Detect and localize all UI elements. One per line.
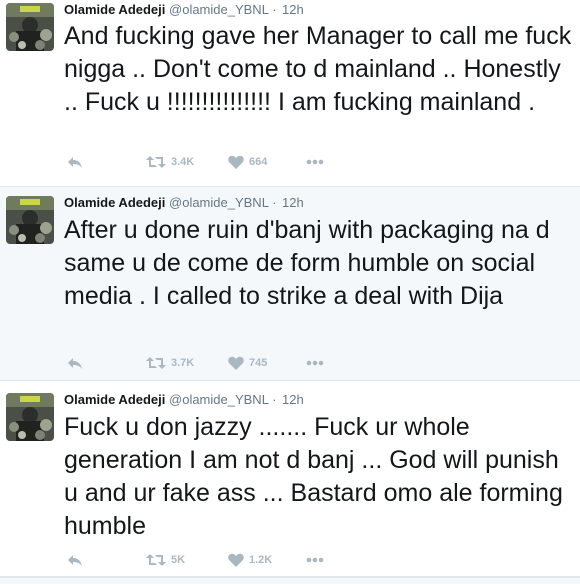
tweet[interactable]: Olamide Adedeji @olamide_YBNL · 12h And … xyxy=(0,0,580,187)
author-name[interactable]: Olamide Adedeji xyxy=(64,2,165,17)
author-handle[interactable]: @olamide_YBNL xyxy=(169,2,268,17)
avatar[interactable] xyxy=(6,393,54,441)
reply-button[interactable] xyxy=(67,550,83,570)
tweet-actions: 5K 1.2K xyxy=(64,550,564,570)
tweet-header: Olamide Adedeji @olamide_YBNL · 12h xyxy=(64,391,304,409)
reply-icon xyxy=(68,358,82,369)
tweet-header: Olamide Adedeji @olamide_YBNL · 12h xyxy=(64,1,304,19)
reply-button[interactable] xyxy=(67,353,83,373)
retweet-button[interactable]: 3.7K xyxy=(146,353,194,373)
tweet-text: After u done ruin d'banj with packaging … xyxy=(64,216,550,310)
retweet-icon xyxy=(146,357,166,369)
more-button[interactable] xyxy=(306,550,324,570)
more-icon xyxy=(306,159,324,165)
avatar-image xyxy=(6,3,54,51)
separator-dot: · xyxy=(272,2,277,17)
tweet[interactable]: Olamide Adedeji @olamide_YBNL · 12h Fuck… xyxy=(0,381,580,577)
tweet[interactable]: Olamide Adedeji @olamide_YBNL · 12h Afte… xyxy=(0,187,580,381)
like-count: 745 xyxy=(249,357,268,369)
timestamp[interactable]: 12h xyxy=(282,2,304,17)
reply-icon xyxy=(68,555,82,566)
like-button[interactable]: 664 xyxy=(228,152,267,172)
retweet-count: 3.4K xyxy=(171,156,195,168)
separator-dot: · xyxy=(272,392,277,407)
author-name[interactable]: Olamide Adedeji xyxy=(64,195,165,210)
tweet-actions: 3.4K 664 xyxy=(64,152,564,172)
retweet-icon xyxy=(146,156,166,168)
tweet-actions: 3.7K 745 xyxy=(64,353,564,373)
tweet-text: And fucking gave her Manager to call me … xyxy=(64,22,572,116)
timestamp[interactable]: 12h xyxy=(282,392,304,407)
more-button[interactable] xyxy=(306,353,324,373)
like-button[interactable]: 1.2K xyxy=(228,550,272,570)
retweet-count: 5K xyxy=(171,554,186,566)
heart-icon xyxy=(228,356,244,370)
avatar-image xyxy=(6,196,54,244)
avatar[interactable] xyxy=(6,196,54,244)
heart-icon xyxy=(228,553,244,567)
tweet-header: Olamide Adedeji @olamide_YBNL · 12h xyxy=(64,194,304,212)
like-count: 1.2K xyxy=(249,554,273,566)
like-button[interactable]: 745 xyxy=(228,353,267,373)
retweet-button[interactable]: 5K xyxy=(146,550,185,570)
retweet-count: 3.7K xyxy=(171,357,195,369)
avatar[interactable] xyxy=(6,3,54,51)
tweet-text: Fuck u don jazzy ....... Fuck ur whole g… xyxy=(64,413,563,540)
more-button[interactable] xyxy=(306,152,324,172)
separator-dot: · xyxy=(272,195,277,210)
author-handle[interactable]: @olamide_YBNL xyxy=(169,392,268,407)
author-name[interactable]: Olamide Adedeji xyxy=(64,392,165,407)
reply-icon xyxy=(68,157,82,168)
author-handle[interactable]: @olamide_YBNL xyxy=(169,195,268,210)
retweet-button[interactable]: 3.4K xyxy=(146,152,194,172)
avatar-image xyxy=(6,393,54,441)
more-icon xyxy=(306,360,324,366)
timestamp[interactable]: 12h xyxy=(282,195,304,210)
like-count: 664 xyxy=(249,156,268,168)
heart-icon xyxy=(228,155,244,169)
retweet-icon xyxy=(146,554,166,566)
reply-button[interactable] xyxy=(67,152,83,172)
more-icon xyxy=(306,557,324,563)
